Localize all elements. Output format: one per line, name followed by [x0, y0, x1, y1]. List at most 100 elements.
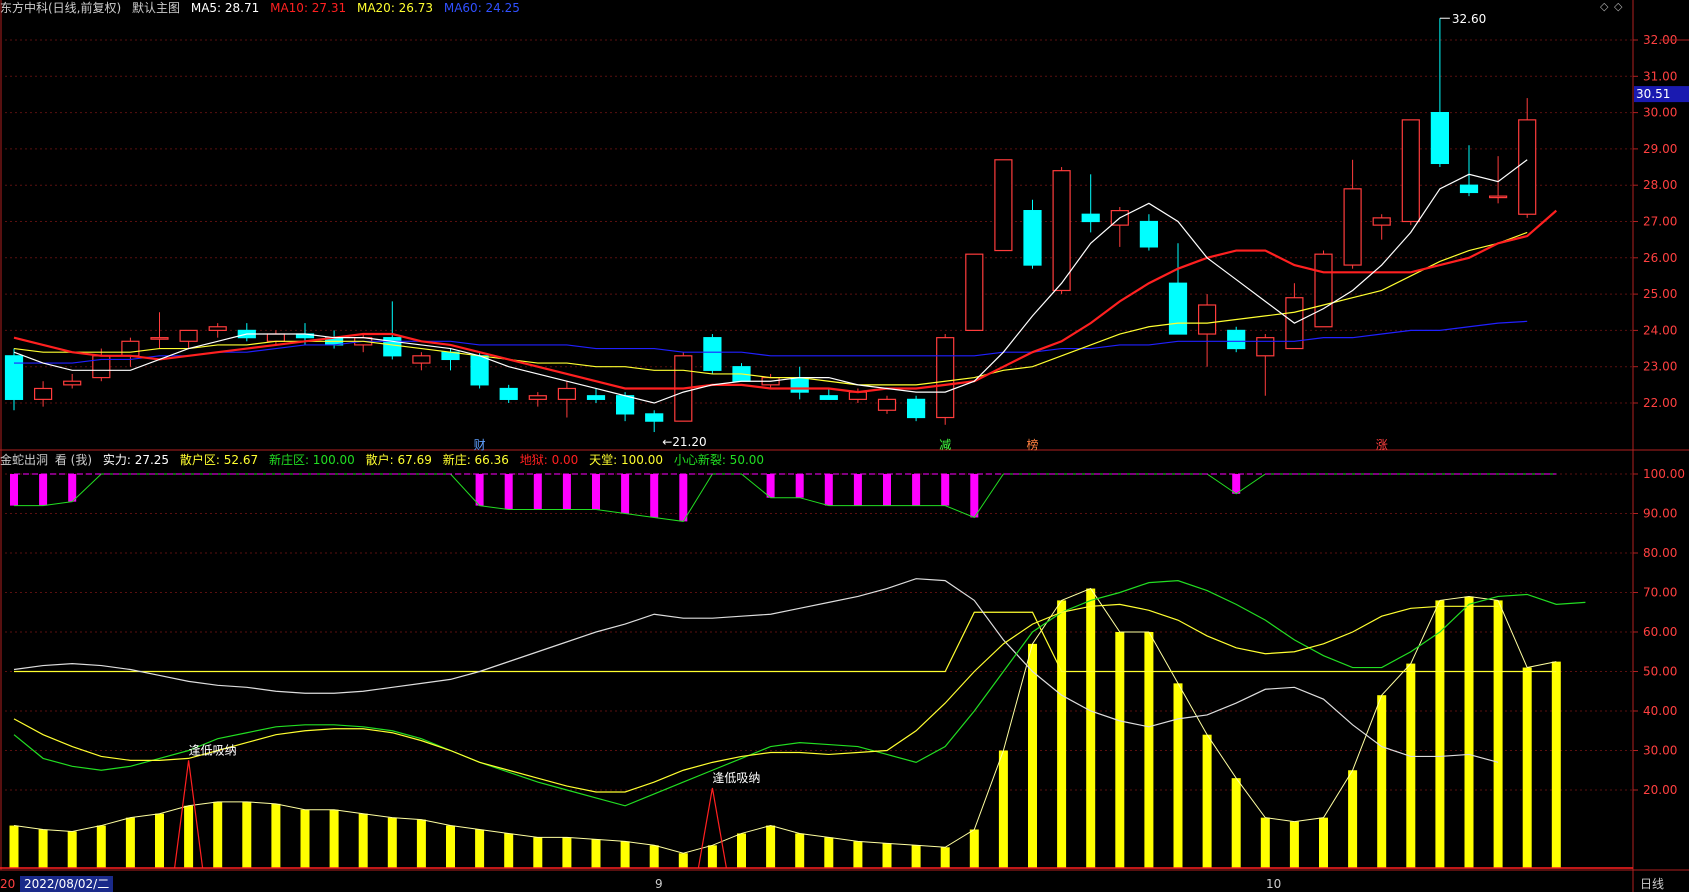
- yellow-bar: [766, 825, 776, 868]
- magenta-bar: [504, 474, 513, 510]
- yellow-bar: [707, 845, 717, 868]
- ground-label: 地狱: 0.00: [519, 453, 579, 467]
- stock-title[interactable]: 东方中科(日线,前复权): [0, 1, 121, 15]
- signal-label: 逢低吸纳: [189, 743, 237, 757]
- yellow-bar: [96, 825, 106, 868]
- price-tick-label: 30.00: [1643, 106, 1677, 120]
- yellow-bar: [9, 825, 19, 868]
- magenta-bar: [883, 474, 891, 506]
- candle-body: [1168, 282, 1188, 335]
- candle-body: [1023, 210, 1042, 266]
- yellow-bar: [1522, 667, 1532, 868]
- yellow-bar: [504, 833, 514, 868]
- yellow-bar: [387, 817, 397, 868]
- price-tick-label: 26.00: [1643, 251, 1677, 265]
- month-label-10: 10: [1266, 877, 1282, 891]
- ma5-label: MA5: 28.71: [190, 1, 260, 15]
- diamond-icon-2[interactable]: ◇: [1614, 0, 1622, 13]
- yellow-bar: [737, 833, 746, 868]
- date-cursor[interactable]: 2022/08/02/二: [20, 876, 114, 892]
- candle-body: [1139, 220, 1159, 248]
- price-tick-label: 27.00: [1643, 215, 1677, 229]
- magenta-bar: [533, 474, 542, 510]
- price-tick-label: 29.00: [1643, 142, 1677, 156]
- event-label: 涨: [1376, 437, 1388, 452]
- indicator-panel: [0, 473, 1633, 869]
- yellow-bar: [969, 829, 979, 868]
- indicator-tick-label: 90.00: [1643, 507, 1677, 521]
- diamond-icon[interactable]: ◇: [1600, 0, 1608, 13]
- yellow-bar: [125, 817, 135, 868]
- new-dealer-zone-label: 新庄区: 100.00: [268, 453, 355, 467]
- current-price-label: 30.51: [1636, 87, 1670, 101]
- high-label: 32.60: [1452, 12, 1486, 26]
- period-label[interactable]: 日线: [1640, 876, 1664, 892]
- indicator-tick-label: 30.00: [1643, 744, 1677, 758]
- yellow-bar: [67, 831, 77, 868]
- magenta-bar: [650, 474, 659, 518]
- yellow-bar: [1551, 661, 1561, 868]
- indicator-header: 金蛇出洞 看 (我) 实力: 27.25 散户区: 52.67 新庄区: 100…: [0, 452, 771, 468]
- yellow-bar: [1057, 600, 1067, 868]
- candle-body: [63, 380, 82, 386]
- price-tick-label: 23.00: [1643, 360, 1677, 374]
- indicator-view[interactable]: 看 (我): [55, 453, 92, 467]
- price-tick-label: 28.00: [1643, 178, 1677, 192]
- magenta-bar: [562, 474, 571, 510]
- careful-flat-line: [14, 611, 1557, 673]
- yellow-bar: [1260, 817, 1270, 868]
- yellow-bar: [853, 841, 863, 868]
- candle-body: [936, 337, 955, 419]
- yellow-bar: [1231, 778, 1241, 868]
- magenta-bar: [39, 474, 48, 506]
- magenta-envelope-line: [14, 473, 1557, 522]
- yellow-bar: [1406, 663, 1416, 868]
- candle-body: [1314, 253, 1333, 328]
- candle-body: [412, 355, 431, 364]
- yellow-bar: [1435, 600, 1445, 868]
- candle-body: [150, 337, 169, 340]
- new-dealer-label: 新庄: 66.36: [442, 453, 509, 467]
- careful-label: 小心新裂: 50.00: [673, 453, 765, 467]
- candle-body: [33, 387, 53, 400]
- yellow-bar: [1202, 734, 1212, 868]
- magenta-bar: [970, 474, 979, 518]
- indicator-name[interactable]: 金蛇出洞: [0, 453, 48, 467]
- yellow-bar: [1464, 596, 1474, 868]
- magenta-bar: [10, 474, 18, 506]
- yellow-bar: [591, 839, 601, 868]
- magenta-bar: [475, 474, 484, 506]
- candle-body: [819, 395, 838, 400]
- candle-body: [1430, 111, 1450, 165]
- stock-chart[interactable]: 22.00 23.00 24.00 25.00 26.00 27.00 28.00 29.00…: [0, 0, 1689, 892]
- price-tick-label: 25.00: [1643, 287, 1677, 301]
- candle-body: [1256, 337, 1275, 357]
- magenta-bar: [766, 474, 775, 498]
- candle-body: [470, 355, 489, 386]
- yellow-bar: [358, 813, 368, 868]
- indicator-tick-label: 80.00: [1643, 546, 1677, 560]
- yellow-bar: [475, 829, 485, 868]
- yellow-bar: [38, 829, 48, 868]
- indicator-tick-label: 70.00: [1643, 586, 1677, 600]
- candle-body: [1343, 188, 1362, 266]
- candle-body: [703, 337, 722, 371]
- yellow-bar: [1289, 821, 1299, 868]
- y-axis: 22.00 23.00 24.00 25.00 26.00 27.00 28.00 29.00…: [1633, 33, 1689, 797]
- yellow-bar: [1028, 643, 1037, 868]
- candle-body: [645, 413, 664, 422]
- candle-body: [906, 398, 926, 419]
- yellow-bar: [213, 801, 223, 868]
- ma20-label: MA20: 26.73: [356, 1, 434, 15]
- magenta-bar: [912, 474, 921, 506]
- candle-body: [615, 395, 635, 415]
- template-name[interactable]: 默认主图: [132, 1, 180, 15]
- yellow-bar: [882, 843, 892, 868]
- yellow-bar: [271, 803, 281, 868]
- candle-body: [4, 355, 24, 400]
- heaven-label: 天堂: 100.00: [589, 453, 663, 467]
- indicator-tick-label: 50.00: [1643, 665, 1677, 679]
- magenta-bar: [853, 474, 862, 506]
- yellow-bar: [1173, 683, 1183, 868]
- price-tick-label: 22.00: [1643, 396, 1677, 410]
